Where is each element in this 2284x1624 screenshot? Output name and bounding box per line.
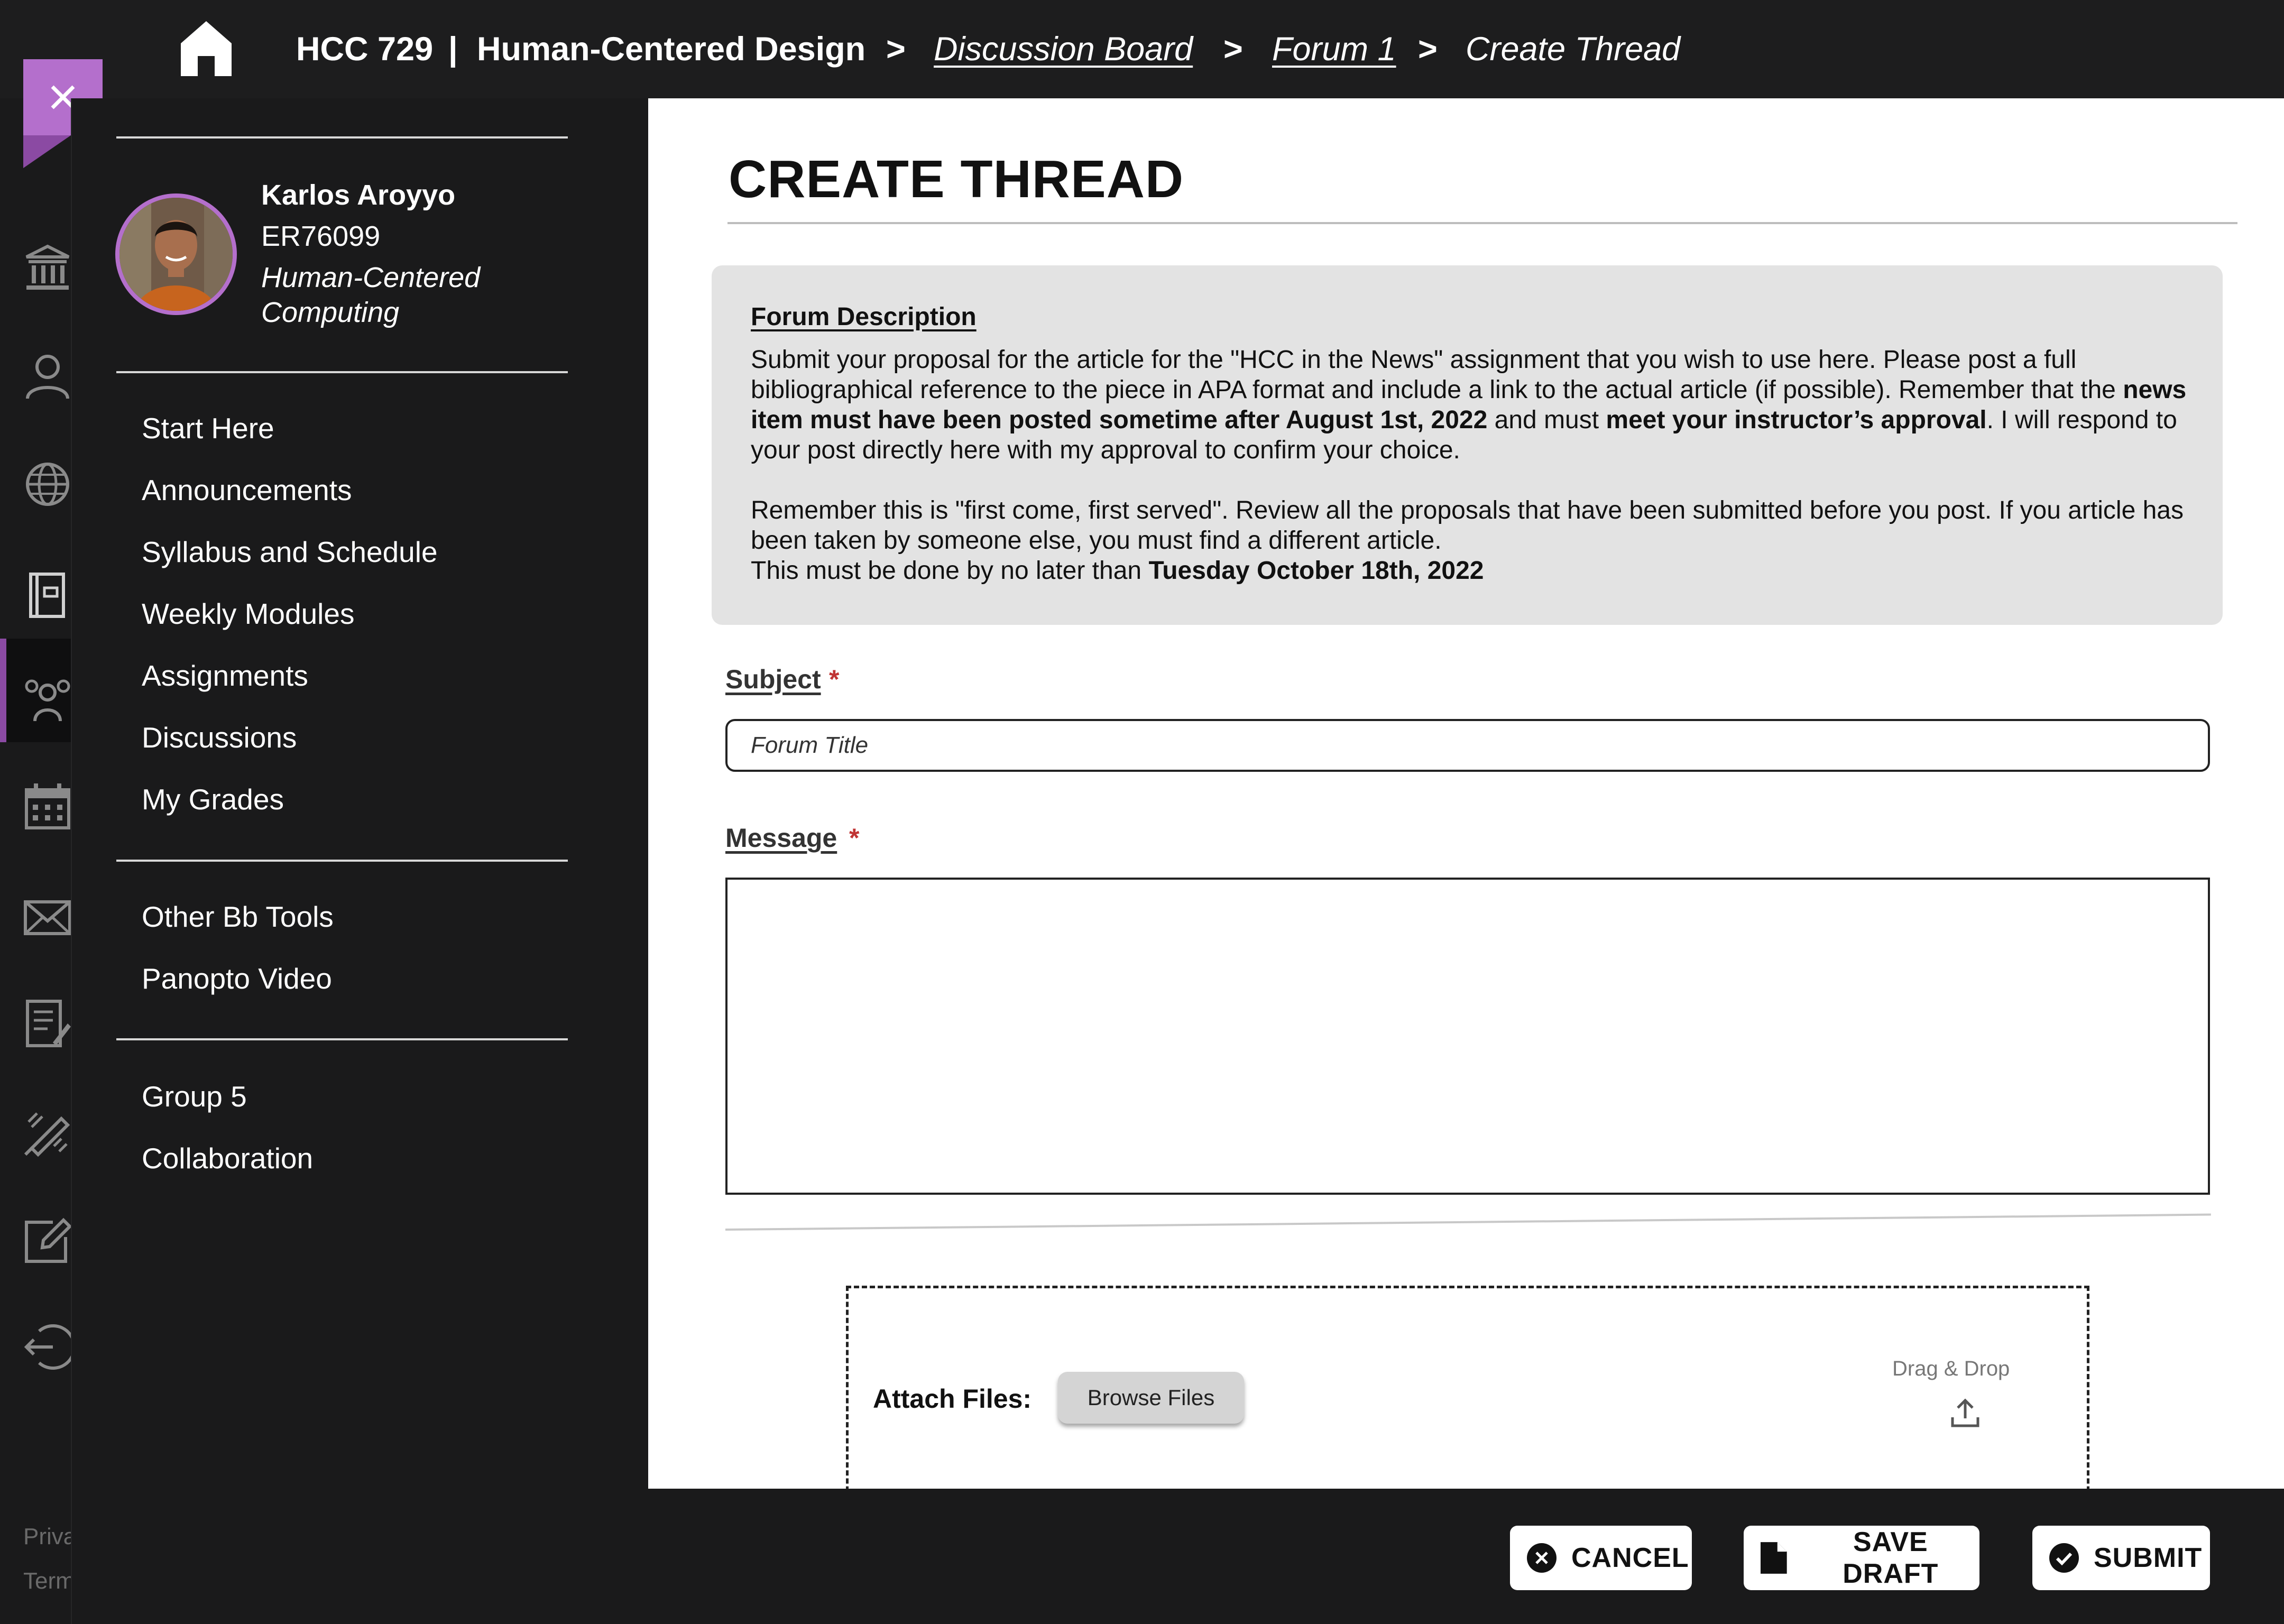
breadcrumb-separator: > <box>1223 31 1243 68</box>
globe-icon[interactable] <box>21 458 74 511</box>
privacy-link[interactable]: Priva <box>23 1524 76 1550</box>
title-divider <box>727 222 2237 224</box>
forum-description-text: Submit your proposal for the article for… <box>751 345 2199 586</box>
message-textarea[interactable] <box>725 878 2210 1195</box>
breadcrumb-current: Create Thread <box>1466 31 1681 68</box>
breadcrumb-forum[interactable]: Forum 1 <box>1272 0 1396 98</box>
institution-icon[interactable] <box>21 241 74 294</box>
home-icon[interactable] <box>179 19 234 78</box>
section-divider <box>725 1213 2211 1231</box>
submit-button[interactable]: SUBMIT <box>2032 1526 2210 1590</box>
profile-icon[interactable] <box>21 350 74 403</box>
breadcrumb-divider: | <box>448 31 458 68</box>
nav-group-5[interactable]: Group 5 <box>142 1079 247 1113</box>
tools-icon[interactable] <box>21 1106 74 1159</box>
nav-panopto-video[interactable]: Panopto Video <box>142 962 332 995</box>
user-photo <box>119 198 233 311</box>
description-paragraph-1: Submit your proposal for the article for… <box>751 346 2187 464</box>
user-id: ER76099 <box>261 220 381 252</box>
nav-start-here[interactable]: Start Here <box>142 411 274 445</box>
forum-description-heading: Forum Description <box>751 303 977 331</box>
avatar <box>115 193 237 315</box>
breadcrumb-discussion-board[interactable]: Discussion Board <box>934 0 1193 98</box>
icon-rail: Priva Term <box>0 98 76 1624</box>
nav-announcements[interactable]: Announcements <box>142 473 352 507</box>
nav-discussions[interactable]: Discussions <box>142 721 297 754</box>
top-bar: HCC 729 | Human-Centered Design > Discus… <box>0 0 2284 98</box>
forum-description-box: Forum Description Submit your proposal f… <box>712 265 2223 625</box>
calendar-icon[interactable] <box>21 780 74 833</box>
nav-my-grades[interactable]: My Grades <box>142 782 284 816</box>
divider <box>116 1038 568 1040</box>
subject-input[interactable] <box>725 719 2210 772</box>
course-code: HCC 729 <box>296 31 434 68</box>
course-menu-panel: Karlos Aroyyo ER76099 Human-Centered Com… <box>71 98 648 1624</box>
groups-icon[interactable] <box>21 673 74 726</box>
action-footer: CANCEL SAVE DRAFT SUBMIT <box>648 1489 2284 1624</box>
required-marker: * <box>829 665 840 694</box>
breadcrumb-separator: > <box>886 31 906 68</box>
check-circle-icon <box>2049 1543 2079 1573</box>
description-deadline: This must be done by no later than Tuesd… <box>751 557 1484 585</box>
divider <box>116 136 568 139</box>
user-department: Human-Centered Computing <box>261 262 481 328</box>
breadcrumb-separator: > <box>1418 31 1438 68</box>
divider <box>116 860 568 862</box>
message-label: Message <box>725 823 837 853</box>
browse-files-button[interactable]: Browse Files <box>1058 1372 1244 1424</box>
courses-icon[interactable] <box>21 569 74 622</box>
save-draft-button[interactable]: SAVE DRAFT <box>1744 1526 1979 1590</box>
subject-label: Subject <box>725 665 821 694</box>
user-name: Karlos Aroyyo <box>261 179 456 211</box>
logout-icon[interactable] <box>21 1321 74 1373</box>
nav-collaboration[interactable]: Collaboration <box>142 1141 313 1175</box>
nav-syllabus-and-schedule[interactable]: Syllabus and Schedule <box>142 535 438 569</box>
description-paragraph-2: Remember this is "first come, first serv… <box>751 496 2184 555</box>
mail-icon[interactable] <box>21 891 74 944</box>
document-icon <box>1760 1542 1787 1574</box>
nav-assignments[interactable]: Assignments <box>142 659 308 693</box>
edit-icon[interactable] <box>21 1214 74 1267</box>
page-title: CREATE THREAD <box>729 150 1184 209</box>
notes-icon[interactable] <box>21 997 74 1050</box>
cancel-button[interactable]: CANCEL <box>1510 1526 1692 1590</box>
close-button-tab <box>23 135 71 168</box>
required-marker: * <box>849 823 860 853</box>
nav-weekly-modules[interactable]: Weekly Modules <box>142 597 354 631</box>
main-content: CREATE THREAD Forum Description Submit y… <box>648 98 2284 1489</box>
attach-files-label: Attach Files: <box>873 1384 1032 1414</box>
course-name: Human-Centered Design <box>477 31 866 68</box>
nav-other-bb-tools[interactable]: Other Bb Tools <box>142 900 334 934</box>
file-drop-zone[interactable]: Attach Files: Browse Files Drag & Drop <box>846 1286 2089 1489</box>
drag-drop-label: Drag & Drop <box>1892 1357 2010 1380</box>
upload-icon[interactable] <box>1949 1397 1981 1429</box>
terms-link[interactable]: Term <box>23 1568 75 1594</box>
cancel-icon <box>1527 1543 1557 1573</box>
divider <box>116 371 568 373</box>
